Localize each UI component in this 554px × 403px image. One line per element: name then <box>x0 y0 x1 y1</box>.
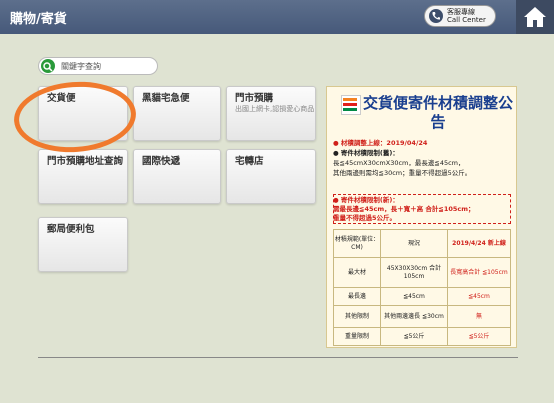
table-cell: ≦45cm <box>447 287 511 306</box>
tile-label: 門市預購地址查詢 <box>47 156 124 167</box>
divider <box>38 357 518 358</box>
home-button[interactable] <box>516 0 554 34</box>
tile-label: 宅轉店 <box>235 156 264 167</box>
tile-label: 門市預購 <box>235 93 274 104</box>
page-title: 購物/寄貨 <box>10 12 67 27</box>
tile-black-cat[interactable]: 黑貓宅急便 <box>133 86 221 141</box>
table-header: 2019/4/24 新上線 <box>447 229 511 258</box>
tile-post-office-pack[interactable]: 郵局便利包 <box>38 217 128 272</box>
poster-line: ● 材積調整上線：2019/04/24 <box>333 139 428 147</box>
poster-line: 其他兩邊則需均≦30cm；重量不得超過5公斤。 <box>333 169 472 177</box>
call-center-label-zh: 客服專線 <box>447 8 475 16</box>
call-center-button[interactable]: 客服專線 Call Center <box>424 5 496 27</box>
table-cell: 無 <box>447 305 511 328</box>
tile-label: 黑貓宅急便 <box>142 93 190 104</box>
search-input[interactable]: 關鍵字查詢 <box>38 57 158 75</box>
top-bar: 購物/寄貨 客服專線 Call Center <box>0 0 554 34</box>
notice-poster: 交貨便寄件材積調整公告 ● 材積調整上線：2019/04/24 ● 寄件材積限制… <box>326 86 517 348</box>
table-cell: 重量限制 <box>333 327 381 346</box>
search-icon <box>41 59 55 73</box>
search-placeholder: 關鍵字查詢 <box>61 62 101 71</box>
spec-table: 材積規範(單位：CM) 現況 2019/4/24 新上線 最大材 45X30X3… <box>333 229 511 346</box>
seven-eleven-logo-icon <box>341 95 361 115</box>
table-cell: ≦5公斤 <box>380 327 448 346</box>
tile-preorder-address-lookup[interactable]: 門市預購地址查詢 <box>38 149 128 204</box>
table-cell: ≦45cm <box>380 287 448 306</box>
poster-title: 交貨便寄件材積調整公告 <box>363 94 514 131</box>
poster-line: ● 寄件材積限制(新)： <box>333 196 399 204</box>
table-cell: 長寬高合計 ≦105cm <box>447 257 511 288</box>
table-header: 材積規範(單位：CM) <box>333 229 381 258</box>
call-center-label-en: Call Center <box>447 16 486 24</box>
tile-label: 國際快遞 <box>142 156 181 167</box>
tile-store-preorder[interactable]: 門市預購 出國上網卡,認損愛心商品 <box>226 86 316 141</box>
phone-icon <box>429 9 443 23</box>
poster-line: 需最長邊≦45cm，長＋寬＋高 合計≦105cm； <box>333 205 475 213</box>
poster-line: 重量不得超過5公斤。 <box>333 214 397 222</box>
table-cell: 其他限制 <box>333 305 381 328</box>
table-cell: 其他兩邊邊長 ≦30cm <box>380 305 448 328</box>
table-cell: ≦5公斤 <box>447 327 511 346</box>
table-header: 現況 <box>380 229 448 258</box>
poster-line: ● 寄件材積限制(舊)： <box>333 149 399 157</box>
table-cell: 最大材 <box>333 257 381 288</box>
tile-label: 郵局便利包 <box>47 224 95 235</box>
table-cell: 45X30X30cm 合計105cm <box>380 257 448 288</box>
tile-sublabel: 出國上網卡,認損愛心商品 <box>235 105 315 113</box>
table-cell: 最長邊 <box>333 287 381 306</box>
tile-home-to-store[interactable]: 宅轉店 <box>226 149 316 204</box>
tile-international-express[interactable]: 國際快遞 <box>133 149 221 204</box>
home-icon <box>524 7 546 27</box>
poster-line: 長≦45cmX30cmX30cm，最長邊≦45cm， <box>333 159 465 167</box>
